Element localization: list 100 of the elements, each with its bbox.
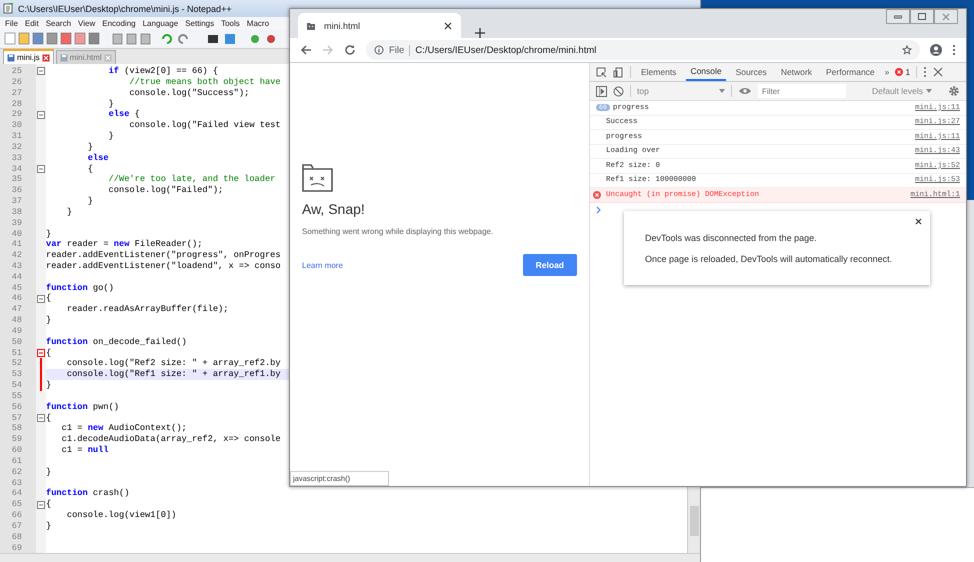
line-number: 30 — [10, 120, 23, 132]
menu-item[interactable]: Settings — [185, 19, 214, 28]
line-number: 69 — [10, 542, 23, 554]
info-icon — [374, 45, 384, 55]
browser-tab[interactable]: mini.html — [298, 13, 461, 38]
error-heading: Aw, Snap! — [302, 201, 366, 217]
devtools-tab[interactable]: Elements — [637, 63, 680, 81]
line-number: 53 — [10, 369, 23, 380]
code-line: //We're too late, and the loader — [108, 174, 276, 186]
more-options-icon[interactable] — [923, 66, 928, 78]
minimize-button[interactable] — [886, 9, 910, 24]
line-number: 50 — [10, 336, 23, 348]
address-bar[interactable]: File C:/Users/IEUser/Desktop/chrome/mini.html — [366, 40, 920, 60]
code-line: function on_decode_failed() — [46, 336, 188, 348]
sad-folder-icon — [302, 163, 334, 193]
code-line: } — [46, 315, 52, 326]
error-icon — [593, 190, 601, 199]
error-counter[interactable]: 1 — [895, 67, 910, 77]
line-number: 47 — [10, 304, 23, 316]
devtools-tab[interactable]: Performance — [822, 63, 879, 81]
line-number: 42 — [10, 250, 23, 261]
line-number: 38 — [10, 206, 23, 218]
line-number: 40 — [10, 228, 23, 240]
code-line: var reader = new FileReader(); — [46, 239, 204, 250]
fold-icon[interactable] — [37, 414, 45, 422]
line-number: 61 — [10, 456, 23, 467]
fold-icon[interactable] — [37, 500, 45, 509]
code-line: } — [86, 142, 94, 153]
line-number: 33 — [10, 152, 23, 164]
line-number: 41 — [10, 239, 23, 250]
more-tabs-button[interactable]: » — [884, 67, 890, 77]
line-number: 51 — [10, 348, 23, 358]
code-line: } — [86, 196, 94, 207]
line-number: 43 — [10, 260, 23, 272]
levels-dropdown[interactable]: Default levels — [872, 86, 942, 96]
fold-icon[interactable] — [37, 110, 45, 119]
code-line: { — [46, 293, 52, 304]
code-line: { — [86, 164, 94, 174]
error-icon — [895, 68, 904, 76]
menu-item[interactable]: View — [78, 19, 96, 28]
code-line: { — [46, 412, 52, 424]
code-line: reader.addEventListener("progress", onProgres — [46, 250, 282, 261]
code-line: console.log("Ref2 size: " + array_ref2.by — [66, 358, 282, 370]
settings-icon[interactable] — [948, 85, 960, 97]
inspect-icon[interactable] — [596, 66, 607, 78]
fold-icon[interactable] — [37, 67, 45, 76]
horizontal-scrollbar[interactable] — [0, 553, 700, 562]
fold-icon[interactable] — [37, 164, 45, 173]
file-tab[interactable]: mini.js — [3, 49, 54, 64]
dialog-text: Once page is reloaded, DevTools will automatically reconnect. — [645, 254, 894, 264]
line-number: 66 — [10, 510, 23, 521]
devtools-tab[interactable]: Network — [776, 63, 816, 81]
code-line: { — [46, 499, 52, 510]
code-line: c1 = null — [60, 445, 110, 456]
menu-item[interactable]: Macro — [246, 19, 270, 28]
sad-folder-icon — [306, 20, 316, 30]
code-line: { — [46, 348, 52, 358]
line-number: 25 — [10, 66, 23, 77]
code-line: reader.addEventListener("loadend", x => conso — [46, 260, 282, 272]
fold-icon[interactable] — [37, 294, 45, 303]
menu-item[interactable]: Encoding — [102, 19, 136, 28]
devtools-tab[interactable]: Sources — [732, 63, 771, 81]
code-line: c1 = new AudioContext(); — [60, 423, 188, 434]
close-icon[interactable] — [915, 218, 922, 225]
maximize-button[interactable] — [910, 9, 934, 24]
prompt-chevron-icon — [596, 206, 602, 214]
code-line: c1.decodeAudioData(array_ref2, x=> console — [60, 434, 282, 446]
fold-icon[interactable] — [37, 349, 45, 358]
star-icon[interactable] — [902, 45, 912, 55]
profile-icon[interactable] — [930, 44, 942, 56]
menu-item[interactable]: Edit — [24, 19, 39, 28]
plus-icon[interactable] — [475, 28, 485, 38]
code-line: } — [108, 98, 115, 110]
eye-icon[interactable] — [738, 86, 752, 96]
sidebar-toggle-icon[interactable] — [596, 86, 607, 96]
menu-item[interactable]: File — [5, 19, 18, 28]
device-icon[interactable] — [613, 66, 624, 78]
code-line: } — [46, 520, 52, 532]
line-number: 58 — [10, 423, 23, 434]
code-line: else { — [108, 109, 141, 120]
clear-console-icon[interactable] — [613, 86, 624, 96]
learn-more-link[interactable]: Learn more — [302, 260, 343, 270]
code-line: } — [66, 206, 74, 218]
menu-item[interactable]: Language — [142, 19, 178, 28]
scheme-label: File — [389, 44, 410, 56]
filter-field[interactable]: Filter — [758, 84, 846, 98]
menu-icon[interactable] — [952, 44, 956, 56]
code-line: console.log(view1[0]) — [66, 510, 178, 521]
close-icon[interactable] — [443, 20, 453, 30]
window-title: C:\Users\IEUser\Desktop\chrome\mini.js - Notepad++ — [18, 4, 232, 14]
line-number: 39 — [10, 218, 23, 228]
reload-button[interactable]: Reload — [522, 254, 577, 276]
line-number: 31 — [10, 131, 23, 142]
line-number: 35 — [10, 174, 23, 186]
reload-icon[interactable] — [344, 44, 356, 56]
menu-item[interactable]: Tools — [221, 19, 240, 28]
back-arrow-icon[interactable] — [300, 44, 312, 56]
code-line: else — [86, 152, 110, 164]
tab-title: mini.html — [324, 20, 362, 30]
menu-item[interactable]: Search — [46, 19, 72, 28]
